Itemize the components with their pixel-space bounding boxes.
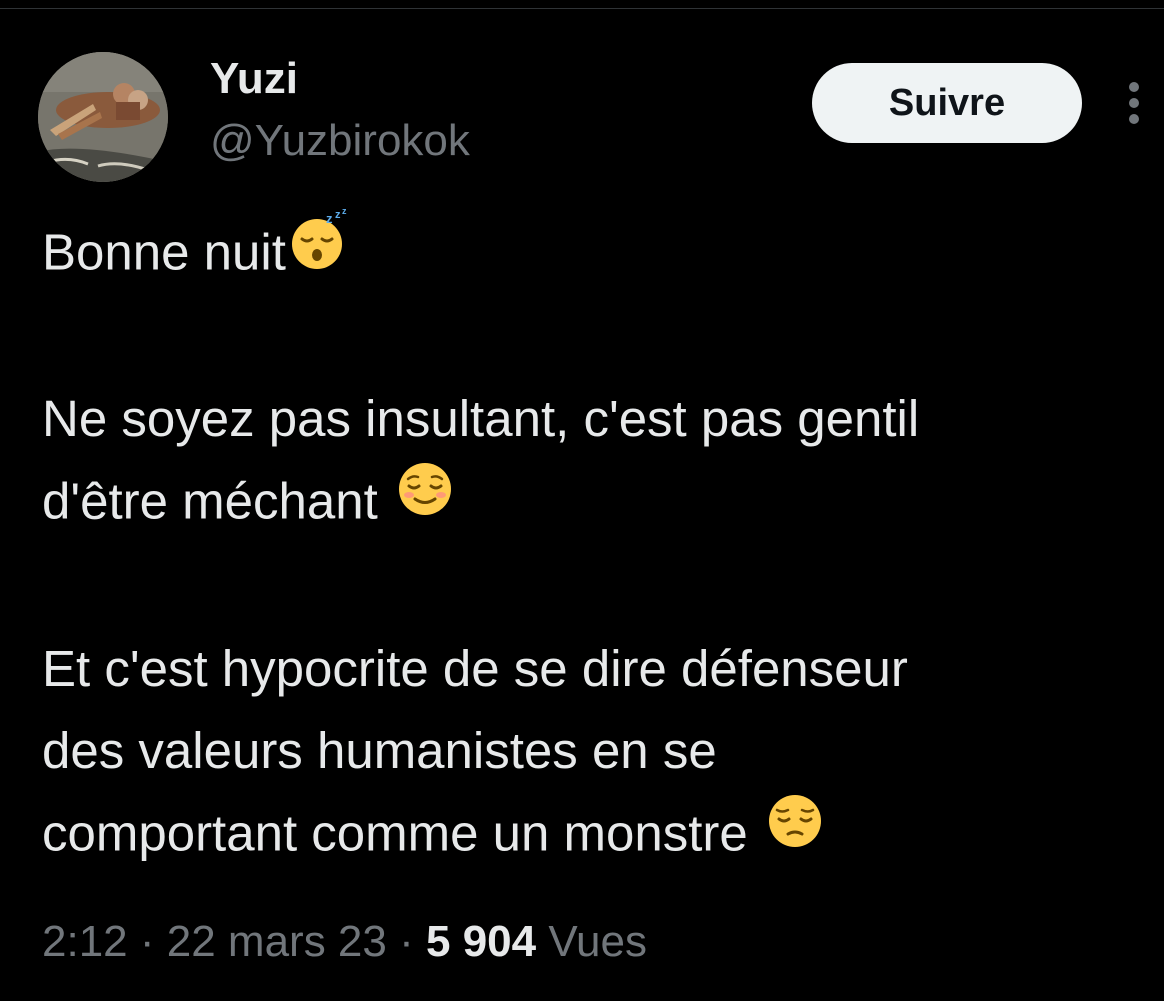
sleeping-face-icon: z z z	[286, 206, 352, 297]
views-count[interactable]: 5 904	[426, 917, 536, 966]
tweet: Yuzi @Yuzbirokok Suivre Bonne nuit z z z…	[0, 0, 1164, 1001]
tweet-paragraph-1: Bonne nuit z z z	[42, 206, 1152, 301]
tweet-text-line-2b: d'être méchant	[42, 472, 378, 530]
more-options-icon[interactable]	[1122, 80, 1146, 126]
tweet-text-line-3c: comportant comme un monstre	[42, 804, 748, 862]
tweet-meta: 2:12 · 22 mars 23 · 5 904 Vues	[42, 912, 647, 972]
meta-separator: ·	[399, 917, 414, 966]
relieved-face-icon	[392, 456, 458, 546]
svg-text:z: z	[335, 209, 341, 221]
avatar[interactable]	[38, 52, 168, 182]
tweet-text-line-3a: Et c'est hypocrite de se dire défenseur	[42, 640, 908, 697]
svg-text:z: z	[326, 211, 333, 226]
follow-button[interactable]: Suivre	[812, 63, 1082, 143]
tweet-paragraph-2-end: d'être méchant	[42, 460, 1152, 550]
svg-text:z: z	[342, 207, 347, 216]
user-handle[interactable]: @Yuzbirokok	[210, 114, 470, 168]
pensive-face-icon	[762, 788, 828, 878]
tweet-date[interactable]: 22 mars 23	[167, 917, 387, 966]
tweet-paragraph-3-end: comportant comme un monstre	[42, 792, 1152, 882]
tweet-text-line-1: Bonne nuit	[42, 223, 286, 281]
tweet-time[interactable]: 2:12	[42, 917, 128, 966]
display-name[interactable]: Yuzi	[210, 52, 298, 106]
views-label[interactable]: Vues	[548, 917, 647, 966]
tweet-text-line-2a: Ne soyez pas insultant, c'est pas gentil	[42, 390, 920, 447]
meta-separator: ·	[139, 917, 155, 966]
tweet-text-line-3b: des valeurs humanistes en se	[42, 722, 717, 779]
